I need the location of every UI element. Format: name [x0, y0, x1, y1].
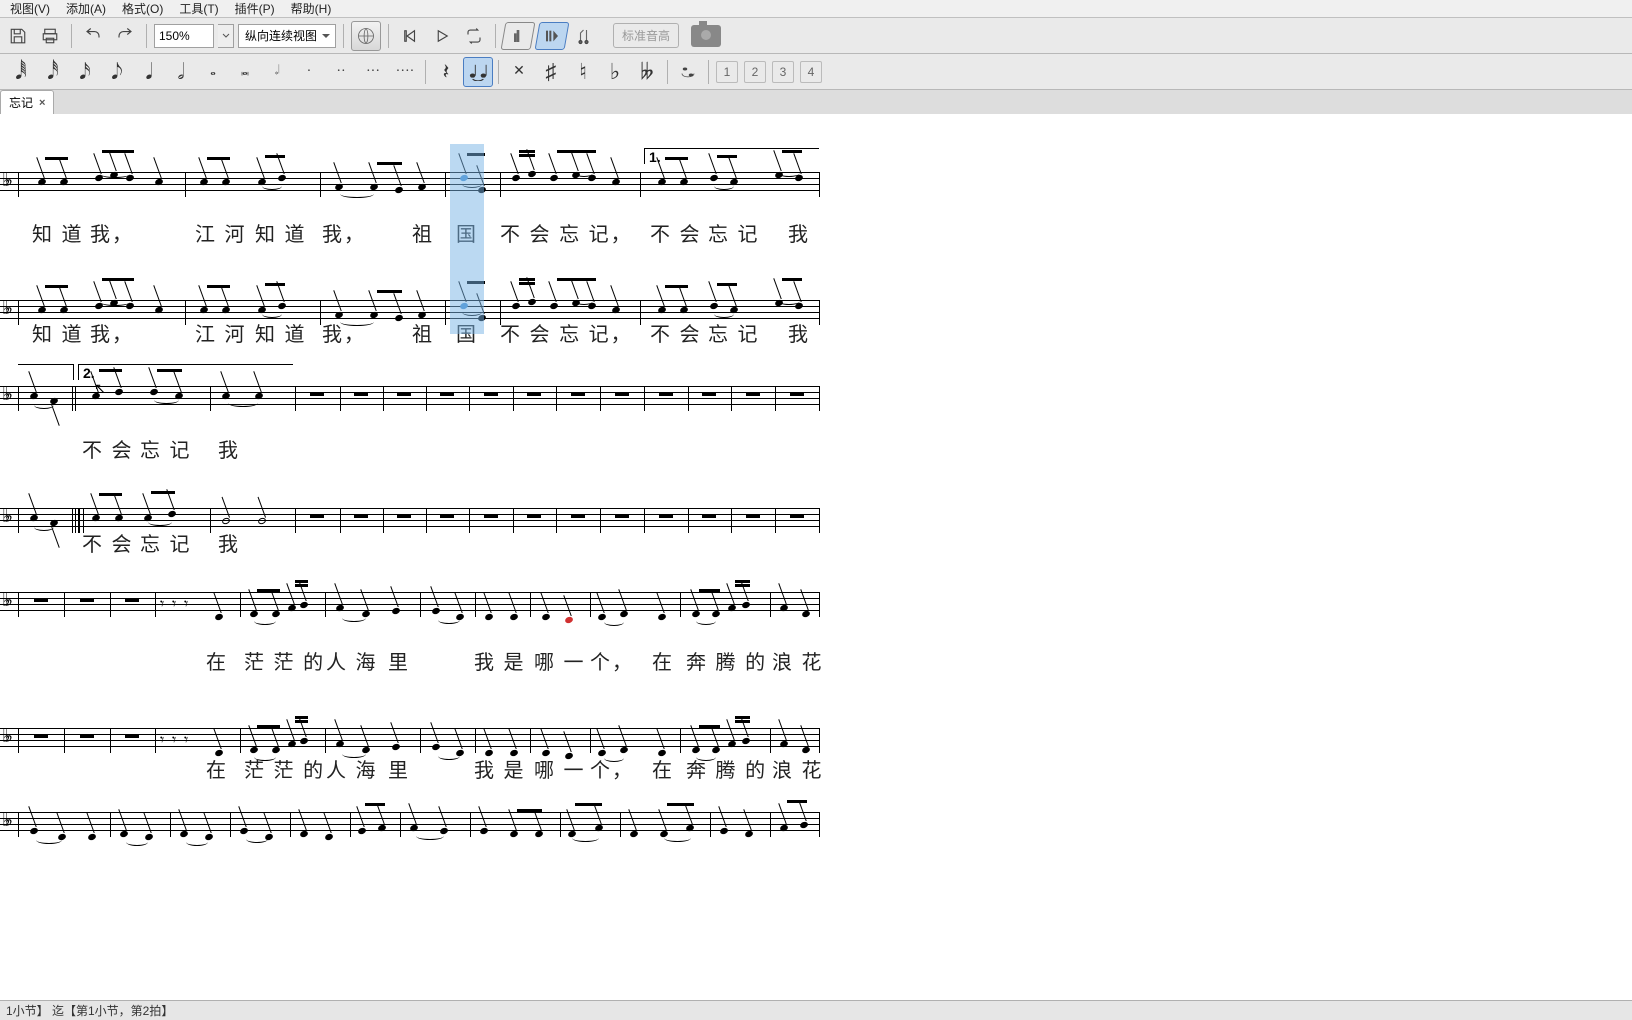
staff: ♭♭: [0, 386, 820, 416]
separator: [425, 60, 426, 84]
volta-bracket-end: [18, 364, 74, 380]
score-system: ♭♭: [0, 802, 820, 832]
note-64th-icon[interactable]: 𝅘𝅥𝅱: [6, 57, 36, 87]
double-flat-icon[interactable]: 𝄫: [632, 57, 662, 87]
print-icon[interactable]: [36, 22, 64, 50]
loop-icon[interactable]: [460, 22, 488, 50]
delete-icon[interactable]: ✕: [504, 57, 534, 87]
count-in-toggle[interactable]: [535, 22, 570, 50]
tie-icon[interactable]: [463, 57, 493, 87]
double-dot-icon[interactable]: ··: [326, 57, 356, 87]
view-mode-select[interactable]: 纵向连续视图: [238, 24, 336, 48]
voice-4-button[interactable]: 4: [800, 61, 822, 83]
metronome-toggle[interactable]: [501, 22, 536, 50]
separator: [146, 24, 147, 48]
note-breve-icon[interactable]: 𝅜: [230, 57, 260, 87]
play-icon[interactable]: [428, 22, 456, 50]
triple-dot-icon[interactable]: ···: [358, 57, 388, 87]
voice-3-button[interactable]: 3: [772, 61, 794, 83]
screenshot-icon[interactable]: [691, 25, 721, 47]
document-tabs: 忘记 ×: [0, 90, 1632, 114]
score-system: 2. ♭♭: [0, 376, 820, 436]
save-icon[interactable]: [4, 22, 32, 50]
separator: [388, 24, 389, 48]
flip-stem-icon[interactable]: [673, 57, 703, 87]
separator: [708, 60, 709, 84]
menu-tools[interactable]: 工具(T): [173, 0, 224, 18]
note-longa-icon[interactable]: 𝆹𝅥: [262, 57, 292, 87]
score-system: ♭♭ 𝄾 𝄾: [0, 582, 820, 642]
note-selection: [450, 144, 484, 334]
zoom-dropdown[interactable]: [218, 24, 234, 48]
rest-icon[interactable]: 𝄽: [431, 57, 461, 87]
score-system: 1. ♭♭: [0, 162, 820, 222]
note-quarter-icon[interactable]: 𝅘𝅥: [134, 57, 164, 87]
separator: [71, 24, 72, 48]
note-16th-icon[interactable]: 𝅘𝅥𝅯: [70, 57, 100, 87]
midi-input-icon[interactable]: [571, 22, 599, 50]
dot-icon[interactable]: ·: [294, 57, 324, 87]
quad-dot-icon[interactable]: ····: [390, 57, 420, 87]
volta-bracket: 2.: [78, 364, 293, 380]
voice-2-button[interactable]: 2: [744, 61, 766, 83]
redo-icon[interactable]: [111, 22, 139, 50]
menu-bar: 视图(V) 添加(A) 格式(O) 工具(T) 插件(P) 帮助(H): [0, 0, 1632, 18]
rewind-icon[interactable]: [396, 22, 424, 50]
zoom-input[interactable]: 150%: [154, 24, 214, 48]
mouse-cursor: [94, 380, 104, 394]
status-text: 1小节】 迄【第1小节，第2拍】: [6, 1002, 173, 1019]
concert-pitch-button[interactable]: 标准音高: [613, 23, 679, 48]
voice-1-button[interactable]: 1: [716, 61, 738, 83]
note-half-icon[interactable]: 𝅗𝅥: [166, 57, 196, 87]
note-input-toolbar: 𝅘𝅥𝅱 𝅘𝅥𝅰 𝅘𝅥𝅯 𝅘𝅥𝅮 𝅘𝅥 𝅗𝅥 𝅝 𝅜 𝆹𝅥 · ·· ··· ··…: [0, 54, 1632, 90]
status-bar: 1小节】 迄【第1小节，第2拍】: [0, 1000, 1632, 1020]
staff: ♭♭: [0, 812, 820, 842]
staff: ♭♭ 𝄾 𝄾: [0, 592, 820, 622]
menu-view[interactable]: 视图(V): [4, 0, 56, 18]
globe-icon[interactable]: [351, 21, 381, 51]
note-8th-icon[interactable]: 𝅘𝅥𝅮: [102, 57, 132, 87]
main-toolbar: 150% 纵向连续视图 标准音高: [0, 18, 1632, 54]
flat-icon[interactable]: ♭: [600, 57, 630, 87]
menu-add[interactable]: 添加(A): [60, 0, 112, 18]
note-32nd-icon[interactable]: 𝅘𝅥𝅰: [38, 57, 68, 87]
natural-icon[interactable]: ♮: [568, 57, 598, 87]
staff: ♭♭: [0, 172, 820, 202]
note-whole-icon[interactable]: 𝅝: [198, 57, 228, 87]
separator: [343, 24, 344, 48]
separator: [498, 60, 499, 84]
menu-plugins[interactable]: 插件(P): [229, 0, 281, 18]
menu-help[interactable]: 帮助(H): [285, 0, 338, 18]
undo-icon[interactable]: [79, 22, 107, 50]
separator: [495, 24, 496, 48]
tab-close-icon[interactable]: ×: [39, 97, 45, 109]
menu-format[interactable]: 格式(O): [116, 0, 169, 18]
tab-title: 忘记: [9, 94, 33, 111]
separator: [667, 60, 668, 84]
score-canvas[interactable]: 1. ♭♭: [0, 114, 1632, 1000]
document-tab[interactable]: 忘记 ×: [0, 90, 54, 114]
sharp-icon[interactable]: ♯: [536, 57, 566, 87]
